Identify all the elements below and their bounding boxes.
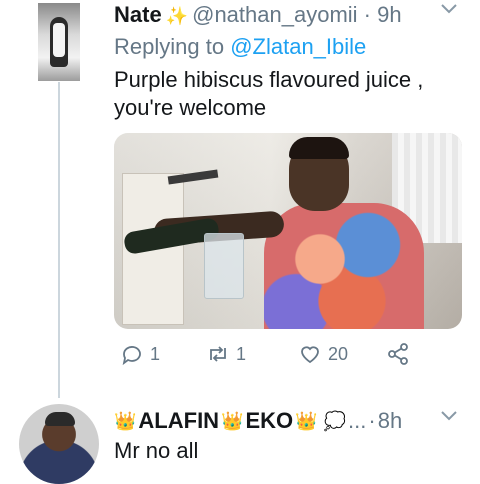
thought-bubble-icon: 💭 bbox=[323, 410, 347, 431]
reply-count: 1 bbox=[150, 343, 161, 364]
replying-mention-link[interactable]: @Zlatan_Ibile bbox=[230, 34, 366, 59]
media-person-hair bbox=[289, 137, 349, 159]
crown-icon: 👑 bbox=[295, 410, 318, 431]
display-name[interactable]: Nate bbox=[114, 2, 162, 27]
timestamp[interactable]: 9h bbox=[377, 2, 401, 27]
tweet-text-line2: you're welcome bbox=[114, 95, 267, 120]
share-button[interactable] bbox=[386, 342, 410, 366]
tweet-text: Purple hibiscus flavoured juice , you're… bbox=[114, 66, 444, 122]
thread-line bbox=[58, 82, 60, 398]
avatar[interactable] bbox=[19, 404, 99, 484]
chevron-down-icon[interactable] bbox=[440, 2, 458, 20]
sparkles-icon: ✨ bbox=[165, 6, 189, 26]
replying-label: Replying to bbox=[114, 34, 225, 59]
replying-to: Replying to @Zlatan_Ibile bbox=[114, 34, 366, 60]
crown-icon: 👑 bbox=[114, 410, 137, 431]
retweet-icon bbox=[210, 346, 226, 362]
retweet-count: 1 bbox=[236, 343, 247, 364]
display-name-part1[interactable]: ALAFIN bbox=[138, 408, 219, 434]
avatar[interactable] bbox=[38, 3, 80, 81]
crown-icon: 👑 bbox=[221, 410, 244, 431]
like-count: 20 bbox=[328, 343, 349, 364]
tweet-actions: 1 1 20 bbox=[114, 342, 424, 376]
reply-header: 👑 ALAFIN 👑 EKO 👑 💭 ... · 8h bbox=[114, 408, 402, 434]
avatar-cap bbox=[45, 412, 75, 426]
tweet-text-line1: Purple hibiscus flavoured juice , bbox=[114, 67, 424, 92]
avatar-figure-detail bbox=[53, 23, 65, 57]
reply-icon bbox=[122, 346, 141, 366]
reply-text: Mr no all bbox=[114, 438, 199, 463]
chevron-down-icon[interactable] bbox=[440, 409, 458, 427]
separator-dot: · bbox=[368, 408, 376, 433]
user-handle[interactable]: @nathan_ayomii bbox=[192, 2, 357, 27]
media-glass bbox=[204, 233, 244, 299]
media-person-shirt bbox=[264, 203, 424, 329]
retweet-button[interactable]: 1 bbox=[206, 342, 246, 366]
separator-dot: · bbox=[363, 2, 371, 27]
tweet-header: Nate ✨ @nathan_ayomii · 9h bbox=[114, 2, 402, 28]
like-button[interactable]: 20 bbox=[298, 342, 348, 366]
timestamp[interactable]: 8h bbox=[378, 408, 402, 434]
heart-icon bbox=[301, 346, 319, 364]
display-name-part2[interactable]: EKO bbox=[246, 408, 294, 434]
name-ellipsis: ... bbox=[348, 408, 367, 433]
share-icon bbox=[388, 343, 408, 365]
tweet-media-image[interactable] bbox=[114, 133, 462, 329]
reply-button[interactable]: 1 bbox=[120, 342, 160, 366]
